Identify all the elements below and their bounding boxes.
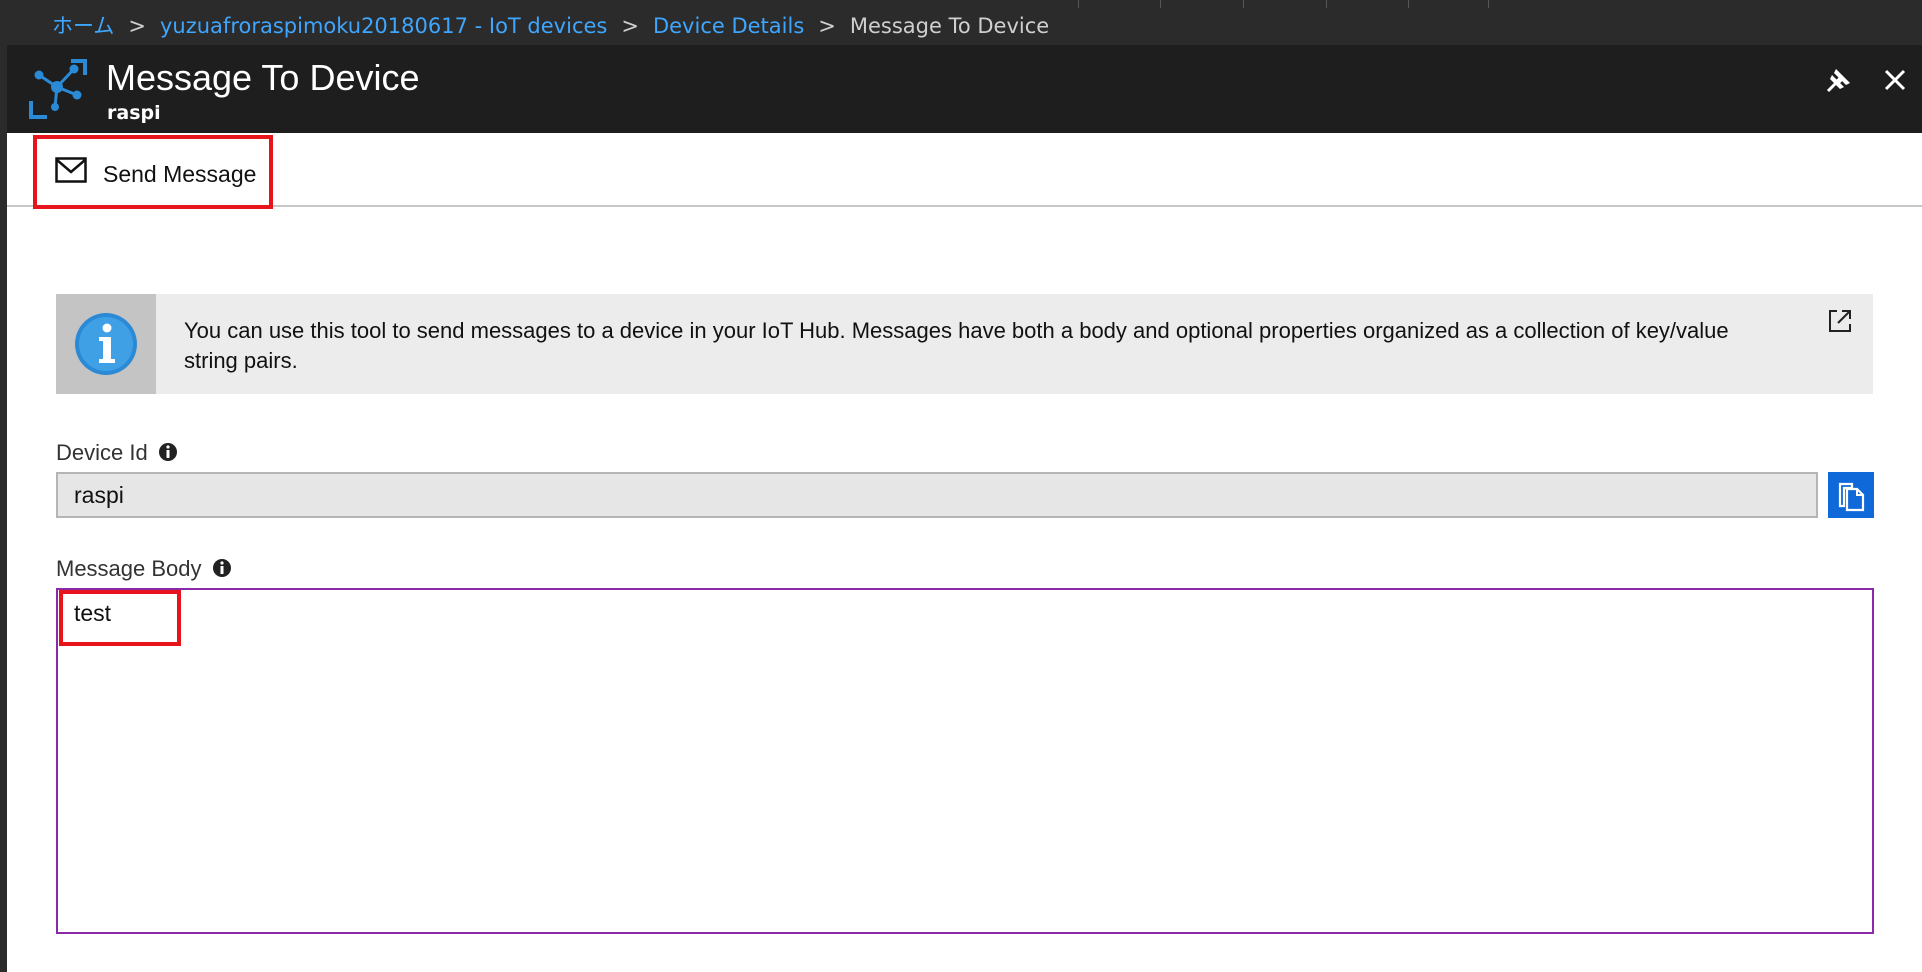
envelope-icon [55,157,87,183]
message-body-textarea[interactable]: test [56,588,1874,934]
breadcrumb: ホーム > yuzuafroraspimoku20180617 - IoT devi… [52,12,1049,40]
message-body-text: test [74,600,112,626]
tab-divider [1326,0,1327,8]
page-title: Message To Device [106,57,420,98]
breadcrumb-device-details[interactable]: Device Details [653,14,804,38]
info-text: You can use this tool to send messages t… [184,318,1729,373]
breadcrumb-iot-devices[interactable]: yuzuafroraspimoku20180617 - IoT devices [160,14,607,38]
close-icon[interactable] [1878,63,1912,97]
info-icon[interactable] [158,441,178,462]
breadcrumb-home[interactable]: ホーム [52,14,114,38]
iot-hub-icon [27,57,89,121]
tab-divider [1243,0,1244,8]
breadcrumb-separator: > [818,14,836,38]
command-bar: Send Message [7,133,1922,209]
left-edge [0,45,7,972]
send-message-label: Send Message [103,161,257,187]
page-subtitle: raspi [107,102,161,124]
device-id-label: Device Id [56,440,148,465]
breadcrumb-separator: > [128,14,146,38]
info-icon-box [56,294,156,394]
breadcrumb-current: Message To Device [849,14,1050,38]
tab-divider [1160,0,1161,8]
device-id-field[interactable]: raspi [56,472,1818,518]
send-message-button[interactable]: Send Message [33,135,273,209]
tab-divider [1408,0,1409,8]
blade-header: Message To Device raspi [7,45,1922,133]
info-icon[interactable] [212,557,232,578]
breadcrumb-separator: > [621,14,639,38]
message-body-label: Message Body [56,556,202,581]
message-body-label-row: Message Body [56,555,232,583]
pin-icon[interactable] [1822,63,1856,97]
external-link-icon[interactable] [1827,308,1853,334]
device-id-label-row: Device Id [56,439,178,467]
copy-icon [1838,482,1865,512]
info-icon [75,313,137,375]
info-banner: You can use this tool to send messages t… [56,294,1873,394]
breadcrumb-bar: ホーム > yuzuafroraspimoku20180617 - IoT devi… [0,0,1922,45]
tab-divider [1488,0,1489,8]
copy-button[interactable] [1828,472,1874,518]
tab-divider [1078,0,1079,8]
